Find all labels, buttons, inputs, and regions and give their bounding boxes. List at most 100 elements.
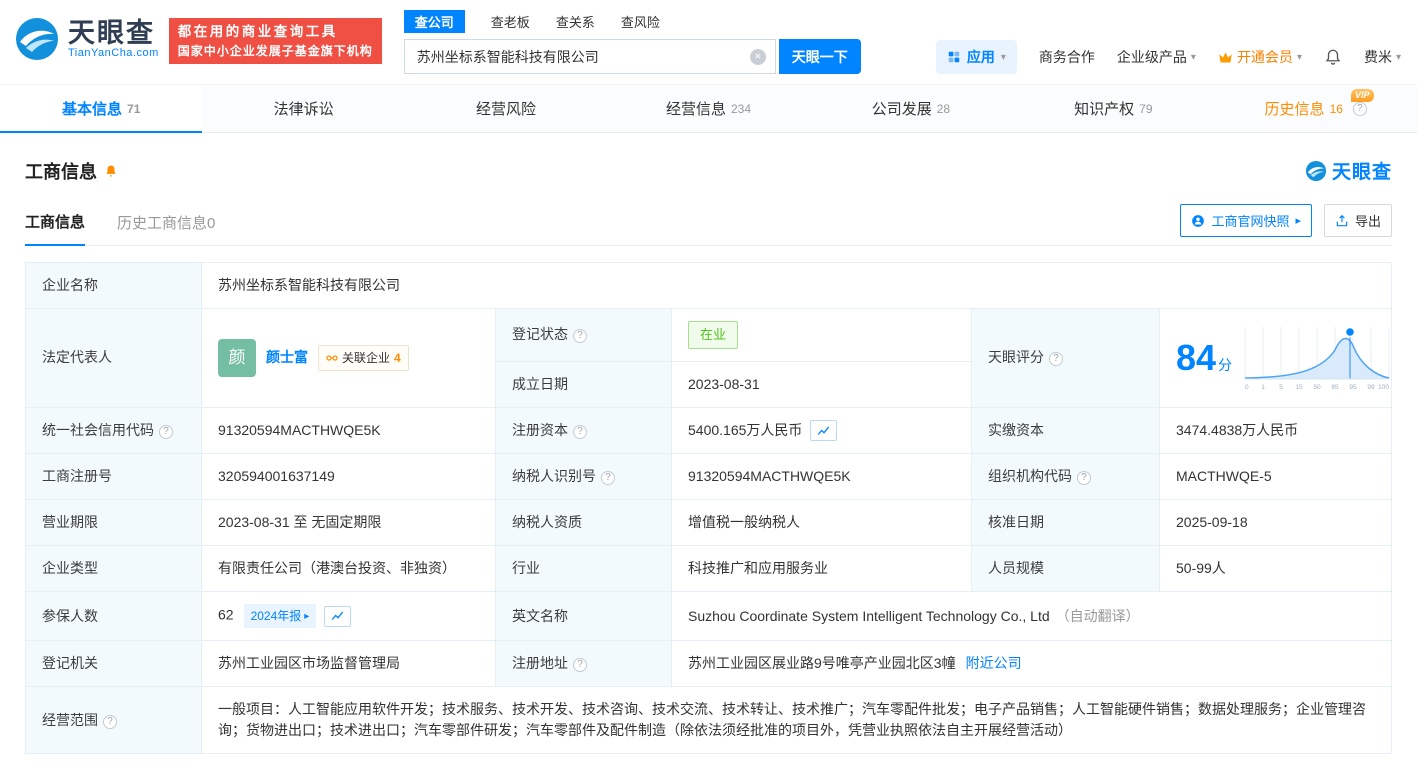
capital-trend-chart-button[interactable] bbox=[810, 420, 838, 442]
search-tab-boss[interactable]: 查老板 bbox=[491, 12, 530, 31]
tab-count: 16 bbox=[1329, 101, 1343, 116]
search-tab-company[interactable]: 查公司 bbox=[403, 9, 465, 33]
nav-enterprise-products[interactable]: 企业级产品 ▾ bbox=[1117, 47, 1196, 67]
tab-company-development[interactable]: 公司发展 28 bbox=[810, 85, 1012, 132]
help-icon[interactable]: ? bbox=[573, 329, 587, 344]
taxpayer-id-value: 91320594MACTHWQE5K bbox=[671, 453, 972, 501]
search-block: 查公司 查老板 查关系 查风险 × 天眼一下 bbox=[403, 9, 861, 74]
insured-trend-chart-button[interactable] bbox=[324, 605, 352, 627]
related-companies-tag[interactable]: 关联企业 4 bbox=[318, 344, 409, 371]
avatar[interactable]: 颜 bbox=[218, 338, 256, 377]
field-label: 实缴资本 bbox=[971, 406, 1160, 455]
tab-basic-info[interactable]: 基本信息 71 bbox=[0, 85, 203, 133]
field-label: 天眼评分? bbox=[971, 308, 1160, 408]
svg-text:0: 0 bbox=[1245, 384, 1249, 391]
field-label: 纳税人资质 bbox=[495, 499, 672, 547]
notifications-button[interactable] bbox=[1324, 48, 1342, 66]
field-label: 营业期限 bbox=[25, 499, 202, 547]
search-tab-relation[interactable]: 查关系 bbox=[556, 12, 595, 31]
help-icon[interactable]: ? bbox=[573, 424, 587, 439]
field-label: 法定代表人 bbox=[25, 308, 202, 408]
search-button[interactable]: 天眼一下 bbox=[778, 39, 861, 74]
approval-date-value: 2025-09-18 bbox=[1159, 499, 1392, 547]
help-icon[interactable]: ? bbox=[573, 658, 587, 673]
reg-address-value: 苏州工业园区展业路9号唯亭产业园北区3幢 bbox=[688, 655, 956, 672]
tab-intellectual-property[interactable]: 知识产权 79 bbox=[1012, 85, 1214, 132]
bell-icon bbox=[1325, 49, 1341, 65]
help-icon[interactable]: ? bbox=[601, 471, 615, 486]
arrow-right-icon: ▸ bbox=[1295, 215, 1301, 227]
svg-text:100: 100 bbox=[1378, 384, 1389, 391]
tab-label: 公司发展 bbox=[871, 101, 932, 118]
org-code-value: MACTHWQE-5 bbox=[1159, 453, 1392, 501]
export-button[interactable]: 导出 bbox=[1323, 204, 1392, 237]
company-name-value: 苏州坐标系智能科技有限公司 bbox=[201, 262, 1392, 309]
legal-rep-link[interactable]: 颜士富 bbox=[266, 347, 308, 368]
business-term-value: 2023-08-31 至 无固定期限 bbox=[201, 499, 496, 547]
business-info-table: 企业名称 苏州坐标系智能科技有限公司 法定代表人 颜 颜士富 关联企业 4 登记… bbox=[25, 262, 1392, 755]
promo-banner-line1: 都在用的商业查询工具 bbox=[177, 24, 338, 39]
subtab-business-info[interactable]: 工商信息 bbox=[25, 211, 86, 246]
tianyancha-logo[interactable]: 天眼查 TianYanCha.com bbox=[14, 16, 159, 62]
help-icon[interactable]: ? bbox=[103, 714, 117, 729]
subscribe-bell-icon[interactable] bbox=[104, 164, 118, 178]
nearby-companies-link[interactable]: 附近公司 bbox=[966, 655, 1022, 671]
english-name-value: Suzhou Coordinate System Intelligent Tec… bbox=[688, 607, 1050, 624]
snapshot-button-label: 工商官网快照 bbox=[1211, 214, 1290, 229]
tab-operation-risk[interactable]: 经营风险 bbox=[405, 85, 607, 132]
business-scope-value: 一般项目：人工智能应用软件开发；技术服务、技术开发、技术咨询、技术交流、技术转让… bbox=[201, 686, 1392, 755]
table-row: 企业类型 有限责任公司（港澳台投资、非独资） 行业 科技推广和应用服务业 人员规… bbox=[25, 545, 1392, 593]
section-head: 工商信息 天眼查 bbox=[25, 157, 1392, 184]
nav-user-menu[interactable]: 费米 ▾ bbox=[1364, 47, 1401, 67]
promo-banner-line2: 国家中小企业发展子基金旗下机构 bbox=[177, 44, 373, 58]
tab-legal-litigation[interactable]: 法律诉讼 bbox=[202, 85, 404, 132]
annual-report-badge[interactable]: 2024年报 ▸ bbox=[243, 604, 317, 629]
reg-authority-value: 苏州工业园区市场监督管理局 bbox=[201, 640, 496, 688]
watermark-brand: 天眼查 bbox=[1331, 162, 1392, 183]
credit-code-value: 91320594MACTHWQE5K bbox=[201, 406, 496, 455]
export-icon bbox=[1336, 214, 1348, 226]
promo-banner: 都在用的商业查询工具 国家中小企业发展子基金旗下机构 bbox=[168, 18, 382, 64]
industry-value: 科技推广和应用服务业 bbox=[671, 545, 972, 593]
field-label: 注册地址? bbox=[495, 640, 672, 688]
search-row: × 天眼一下 bbox=[403, 39, 861, 74]
business-snapshot-button[interactable]: 工商官网快照 ▸ bbox=[1180, 204, 1312, 237]
reg-status-cell: 在业 bbox=[671, 308, 972, 362]
subtab-history-business-info[interactable]: 历史工商信息0 bbox=[117, 212, 215, 245]
staff-size-value: 50-99人 bbox=[1159, 545, 1392, 593]
help-icon[interactable]: ? bbox=[1049, 352, 1063, 367]
table-row: 法定代表人 颜 颜士富 关联企业 4 登记状态 ? 在业 天眼评分 ? 84 分… bbox=[25, 308, 1392, 408]
arrow-right-icon: ▸ bbox=[304, 610, 310, 622]
tab-history-info[interactable]: VIP 历史信息 16 ? bbox=[1215, 85, 1417, 132]
help-icon[interactable]: ? bbox=[1077, 471, 1091, 486]
search-input[interactable] bbox=[416, 48, 750, 65]
table-row: 登记机关 苏州工业园区市场监督管理局 注册地址? 苏州工业园区展业路9号唯亭产业… bbox=[25, 640, 1392, 688]
search-tab-risk[interactable]: 查风险 bbox=[621, 12, 660, 31]
field-label: 行业 bbox=[495, 545, 672, 593]
nav-open-vip[interactable]: 开通会员 ▾ bbox=[1218, 47, 1302, 67]
tianyancha-watermark: 天眼查 bbox=[1305, 157, 1392, 184]
status-badge: 在业 bbox=[688, 321, 739, 349]
reg-capital-cell: 5400.165万人民币 bbox=[671, 406, 972, 455]
svg-text:1: 1 bbox=[1261, 384, 1265, 391]
nav-cooperation-label: 商务合作 bbox=[1038, 49, 1095, 65]
help-icon[interactable]: ? bbox=[1352, 101, 1367, 116]
field-label: 纳税人识别号? bbox=[495, 453, 672, 501]
svg-text:15: 15 bbox=[1295, 384, 1303, 391]
table-row: 参保人数 62 2024年报 ▸ 英文名称 Suzhou Coordinate Sy… bbox=[25, 591, 1392, 642]
tab-label: 知识产权 bbox=[1074, 101, 1135, 118]
nav-cooperation[interactable]: 商务合作 bbox=[1039, 47, 1095, 67]
nav-apps[interactable]: 应用 ▾ bbox=[935, 40, 1017, 74]
apps-grid-icon bbox=[948, 51, 960, 63]
tab-operation-info[interactable]: 经营信息 234 bbox=[607, 85, 809, 132]
tab-count: 79 bbox=[1139, 101, 1153, 116]
tab-count: 234 bbox=[730, 101, 751, 116]
svg-text:95: 95 bbox=[1349, 384, 1357, 391]
establish-date-value: 2023-08-31 bbox=[671, 360, 972, 408]
nav-username: 费米 bbox=[1363, 49, 1392, 65]
nav-vip-label: 开通会员 bbox=[1236, 49, 1293, 65]
clear-search-icon[interactable]: × bbox=[749, 48, 766, 65]
auto-translate-note: （自动翻译） bbox=[1055, 607, 1140, 624]
subtabs-row: 工商信息 历史工商信息0 工商官网快照 ▸ 导出 bbox=[25, 204, 1392, 246]
help-icon[interactable]: ? bbox=[159, 424, 173, 439]
